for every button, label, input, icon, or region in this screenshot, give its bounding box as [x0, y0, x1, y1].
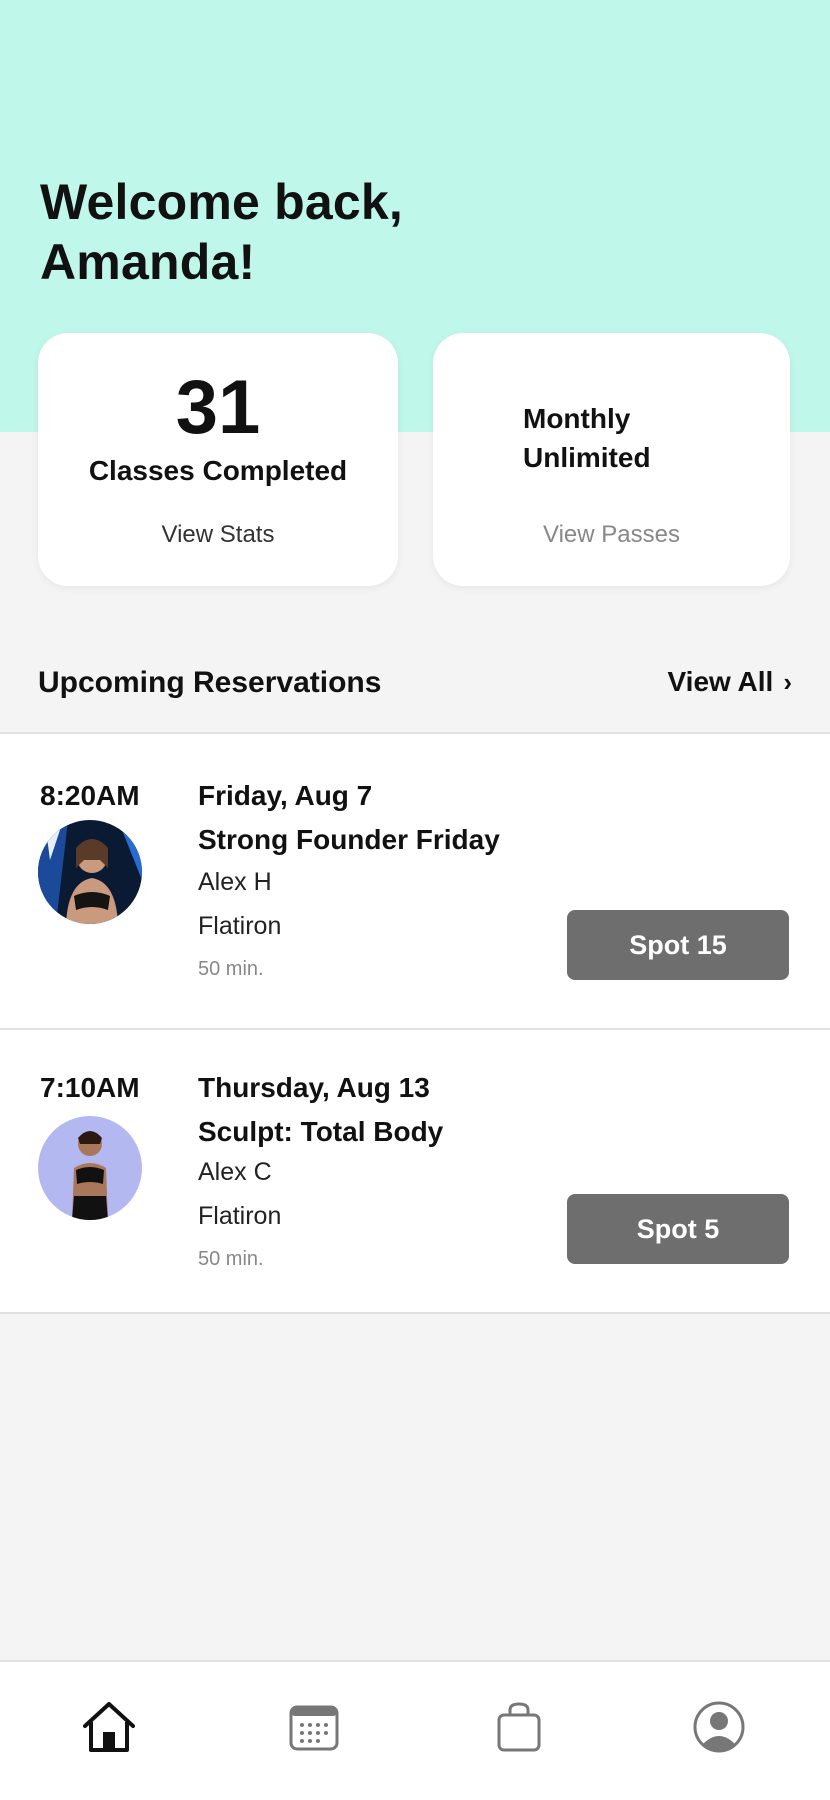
calendar-icon: [289, 1705, 339, 1751]
view-stats-link[interactable]: View Stats: [38, 521, 398, 549]
instructor-name: Alex H: [198, 868, 272, 896]
class-duration: 50 min.: [198, 1248, 264, 1270]
shop-tab[interactable]: [484, 1692, 554, 1762]
home-tab[interactable]: [74, 1692, 144, 1762]
class-duration: 50 min.: [198, 958, 264, 980]
instructor-avatar: [38, 1116, 142, 1220]
pass-name: Monthly Unlimited: [523, 403, 651, 473]
bottom-tab-bar: [0, 1660, 830, 1800]
view-passes-link[interactable]: View Passes: [433, 521, 790, 549]
reservation-time: 8:20AM: [40, 780, 140, 811]
reservation-time: 7:10AM: [40, 1072, 140, 1103]
profile-icon: [693, 1701, 745, 1753]
spot-button[interactable]: Spot 5: [567, 1194, 789, 1264]
reservation-row[interactable]: 7:10AM Thursday, Aug 13 Sculpt: Total Bo…: [0, 1028, 830, 1314]
instructor-name: Alex C: [198, 1158, 272, 1186]
schedule-tab[interactable]: [279, 1692, 349, 1762]
home-icon: [83, 1702, 135, 1752]
reservation-date: Friday, Aug 7: [198, 780, 373, 811]
section-title: Upcoming Reservations: [38, 666, 382, 699]
classes-count: 31: [175, 365, 261, 450]
studio-location: Flatiron: [198, 1202, 282, 1230]
profile-tab[interactable]: [684, 1692, 754, 1762]
classes-label: Classes Completed: [88, 455, 348, 486]
instructor-avatar: [38, 820, 142, 924]
studio-location: Flatiron: [198, 912, 282, 940]
reservation-date: Thursday, Aug 13: [198, 1072, 430, 1103]
reservation-row[interactable]: 8:20AM Friday, Aug 7 Strong Founder Frid…: [0, 732, 830, 1028]
classes-completed-card[interactable]: 31 Classes Completed View Stats: [38, 333, 398, 586]
chevron-right-icon: ›: [783, 666, 792, 697]
welcome-heading: Welcome back, Amanda!: [40, 174, 403, 290]
pass-card[interactable]: Monthly Unlimited View Passes: [433, 333, 790, 586]
class-name: Strong Founder Friday: [198, 824, 500, 855]
shopping-bag-icon: [497, 1702, 541, 1752]
view-all-button[interactable]: View All ›: [668, 666, 793, 698]
view-all-label: View All: [667, 666, 774, 697]
class-name: Sculpt: Total Body: [198, 1116, 444, 1147]
spot-button[interactable]: Spot 15: [567, 910, 789, 980]
